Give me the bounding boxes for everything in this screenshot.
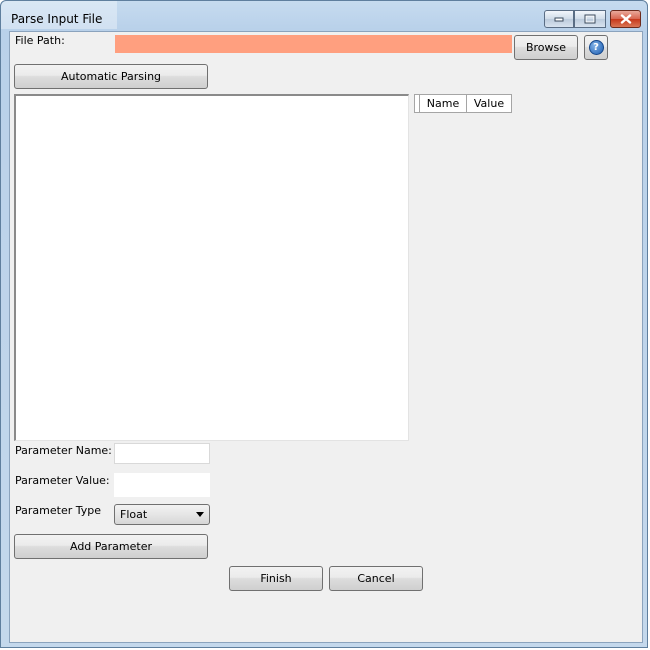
parameter-name-label: Parameter Name: — [15, 444, 112, 457]
minimize-button[interactable] — [544, 10, 574, 28]
parse-input-file-window: Parse Input File File Path: Browse ? Aut… — [0, 0, 648, 648]
minimize-icon — [554, 17, 564, 22]
parameter-name-field[interactable] — [114, 443, 210, 464]
help-icon: ? — [588, 40, 604, 55]
maximize-icon — [584, 14, 596, 24]
close-icon — [620, 14, 631, 24]
cancel-button[interactable]: Cancel — [329, 566, 423, 591]
column-header-name[interactable]: Name — [420, 95, 467, 112]
finish-button[interactable]: Finish — [229, 566, 323, 591]
chevron-down-icon — [196, 512, 204, 517]
browse-button[interactable]: Browse — [514, 35, 578, 60]
parameters-table-header: Name Value — [414, 94, 512, 113]
parameter-type-select[interactable]: Float — [114, 504, 210, 525]
automatic-parsing-button[interactable]: Automatic Parsing — [14, 64, 208, 89]
add-parameter-button[interactable]: Add Parameter — [14, 534, 208, 559]
file-path-label: File Path: — [15, 34, 65, 47]
file-content-area[interactable] — [14, 94, 409, 441]
close-button[interactable] — [610, 10, 641, 28]
parameter-value-label: Parameter Value: — [15, 474, 110, 487]
dialog-body: File Path: Browse ? Automatic Parsing Na… — [9, 31, 643, 643]
title-bar[interactable]: Parse Input File — [1, 1, 647, 31]
parameter-value-field[interactable] — [114, 473, 210, 497]
parameter-type-label: Parameter Type — [15, 504, 101, 517]
help-button[interactable]: ? — [584, 35, 608, 60]
file-path-field[interactable] — [115, 35, 512, 53]
window-title: Parse Input File — [11, 12, 103, 26]
parameter-type-value: Float — [120, 508, 148, 521]
column-header-value[interactable]: Value — [467, 95, 511, 112]
maximize-button[interactable] — [574, 10, 606, 28]
